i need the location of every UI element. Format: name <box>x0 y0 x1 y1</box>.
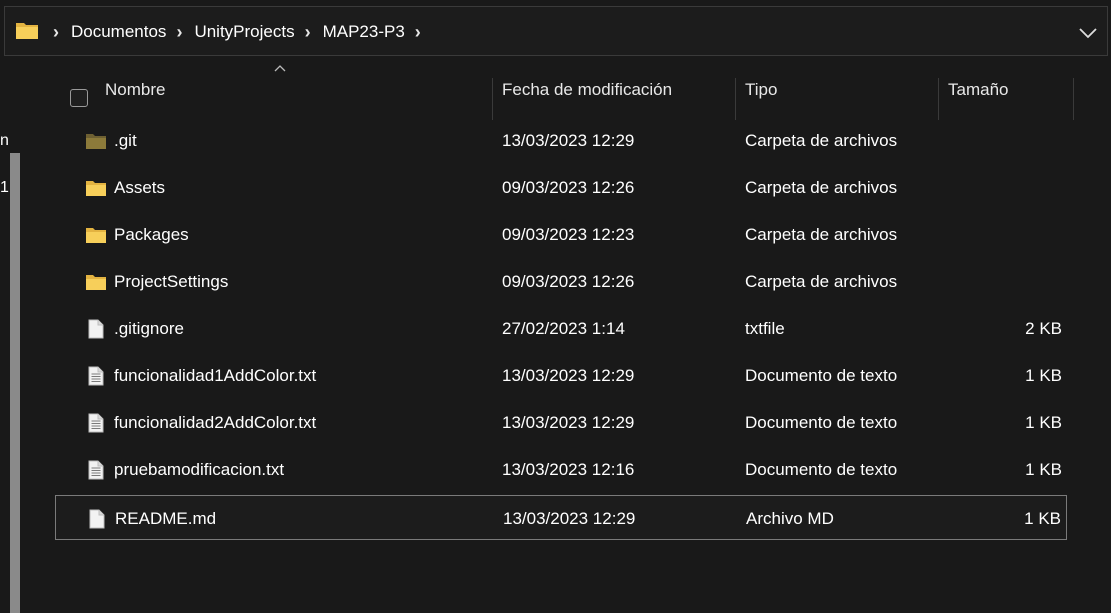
column-divider[interactable] <box>492 78 493 120</box>
folder-icon <box>15 20 39 45</box>
blank-file-icon <box>84 306 108 351</box>
file-name: Packages <box>114 224 189 244</box>
column-header-size[interactable]: Tamaño <box>948 67 1008 113</box>
file-type: Documento de texto <box>745 459 898 479</box>
file-row[interactable]: pruebamodificacion.txt 13/03/2023 12:16 … <box>55 447 1067 492</box>
file-list: Nombre Fecha de modificación Tipo Tamaño… <box>34 58 1111 552</box>
file-size: 1 KB <box>1025 412 1062 432</box>
file-type: Carpeta de archivos <box>745 130 898 150</box>
file-size: 2 KB <box>1025 318 1062 338</box>
file-type: txtfile <box>745 318 785 338</box>
column-divider[interactable] <box>938 78 939 120</box>
file-date: 13/03/2023 12:29 <box>502 130 635 150</box>
address-box[interactable]: › Documentos › UnityProjects › MAP23-P3 … <box>4 6 1108 56</box>
chevron-down-icon[interactable] <box>1073 17 1103 47</box>
file-row[interactable]: funcionalidad2AddColor.txt 13/03/2023 12… <box>55 400 1067 445</box>
chevron-right-icon[interactable]: › <box>305 22 311 43</box>
breadcrumb: › Documentos › UnityProjects › MAP23-P3 … <box>15 7 433 57</box>
folder-icon <box>84 259 108 304</box>
file-row[interactable]: Assets 09/03/2023 12:26 Carpeta de archi… <box>55 165 1067 210</box>
file-name: funcionalidad1AddColor.txt <box>114 365 317 385</box>
file-name: README.md <box>115 508 217 528</box>
file-date: 09/03/2023 12:23 <box>502 224 635 244</box>
file-name: .gitignore <box>114 318 184 338</box>
chevron-right-icon[interactable]: › <box>176 22 182 43</box>
chevron-right-icon[interactable]: › <box>415 22 421 43</box>
column-header-date[interactable]: Fecha de modificación <box>502 67 672 113</box>
file-date: 09/03/2023 12:26 <box>502 177 635 197</box>
breadcrumb-documentos[interactable]: Documentos <box>71 22 166 42</box>
select-all-checkbox[interactable] <box>70 89 88 107</box>
file-name: ProjectSettings <box>114 271 229 291</box>
file-row-selected[interactable]: README.md 13/03/2023 12:29 Archivo MD 1 … <box>55 495 1067 540</box>
file-type: Documento de texto <box>745 365 898 385</box>
column-divider[interactable] <box>735 78 736 120</box>
file-row[interactable]: ProjectSettings 09/03/2023 12:26 Carpeta… <box>55 259 1067 304</box>
column-divider[interactable] <box>1073 78 1074 120</box>
file-row[interactable]: funcionalidad1AddColor.txt 13/03/2023 12… <box>55 353 1067 398</box>
text-file-icon <box>84 447 108 492</box>
file-size: 1 KB <box>1025 459 1062 479</box>
nav-scrollbar[interactable] <box>10 153 20 613</box>
nav-item-fragment[interactable]: n <box>0 132 9 150</box>
blank-file-icon <box>85 496 109 541</box>
file-row[interactable]: .git 13/03/2023 12:29 Carpeta de archivo… <box>55 118 1067 163</box>
file-type: Archivo MD <box>746 508 834 528</box>
file-date: 13/03/2023 12:16 <box>502 459 635 479</box>
chevron-right-icon[interactable]: › <box>53 22 59 43</box>
column-header: Nombre Fecha de modificación Tipo Tamaño <box>34 67 1111 120</box>
file-date: 13/03/2023 12:29 <box>502 412 635 432</box>
file-type: Documento de texto <box>745 412 898 432</box>
column-header-type[interactable]: Tipo <box>745 67 777 113</box>
file-date: 09/03/2023 12:26 <box>502 271 635 291</box>
file-type: Carpeta de archivos <box>745 224 898 244</box>
file-date: 13/03/2023 12:29 <box>502 365 635 385</box>
breadcrumb-unityprojects[interactable]: UnityProjects <box>194 22 294 42</box>
file-size: 1 KB <box>1025 365 1062 385</box>
file-name: .git <box>114 130 137 150</box>
file-date: 13/03/2023 12:29 <box>503 508 636 528</box>
file-row[interactable]: Packages 09/03/2023 12:23 Carpeta de arc… <box>55 212 1067 257</box>
text-file-icon <box>84 400 108 445</box>
folder-icon <box>84 212 108 257</box>
address-bar: › Documentos › UnityProjects › MAP23-P3 … <box>0 0 1111 59</box>
folder-icon <box>84 118 108 163</box>
folder-icon <box>84 165 108 210</box>
text-file-icon <box>84 353 108 398</box>
file-type: Carpeta de archivos <box>745 271 898 291</box>
file-type: Carpeta de archivos <box>745 177 898 197</box>
file-date: 27/02/2023 1:14 <box>502 318 625 338</box>
file-size: 1 KB <box>1024 508 1061 528</box>
file-name: funcionalidad2AddColor.txt <box>114 412 317 432</box>
file-row[interactable]: .gitignore 27/02/2023 1:14 txtfile 2 KB <box>55 306 1067 351</box>
file-name: Assets <box>114 177 166 197</box>
breadcrumb-map23-p3[interactable]: MAP23-P3 <box>323 22 405 42</box>
nav-item-fragment[interactable]: 1 <box>0 179 9 197</box>
column-header-name[interactable]: Nombre <box>105 67 165 113</box>
navigation-pane: n 1 <box>0 58 34 613</box>
file-name: pruebamodificacion.txt <box>114 459 285 479</box>
